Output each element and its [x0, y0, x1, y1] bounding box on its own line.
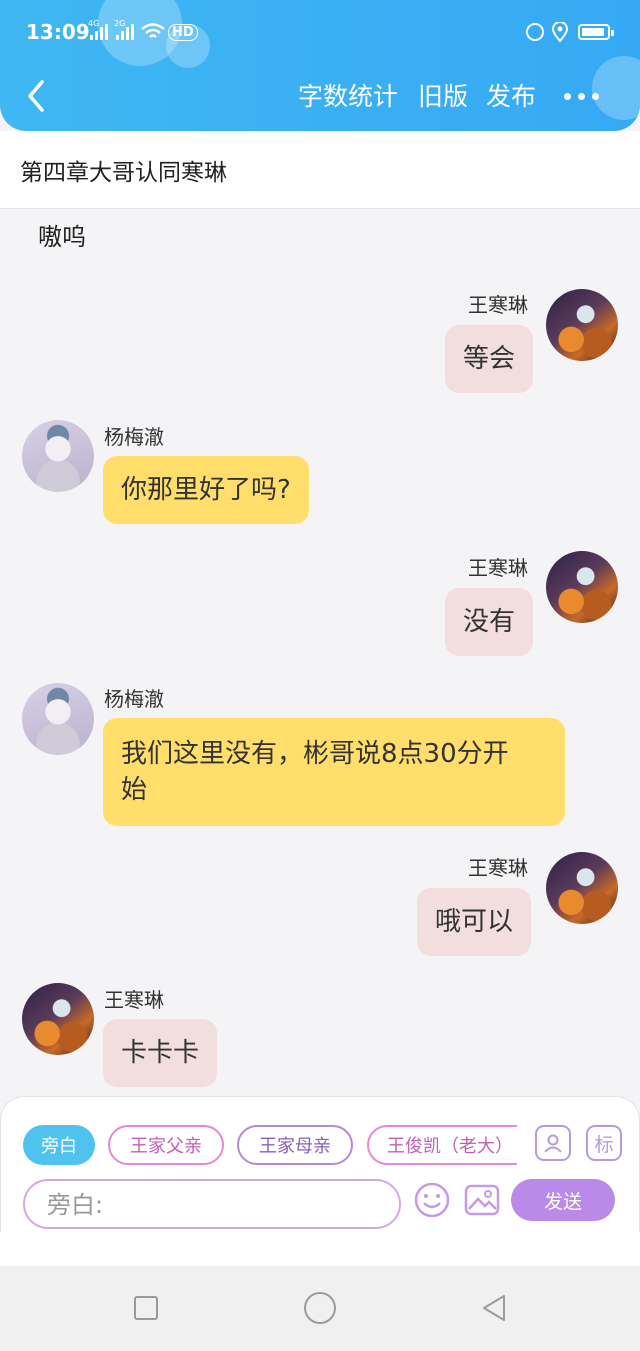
- chat-area[interactable]: 嗷呜 王寒琳 等会 杨梅澈 你那里好了吗? 王寒琳 没有 杨梅澈 我们这里没有，…: [0, 209, 640, 1099]
- message-text: 哦可以: [435, 907, 514, 937]
- avatar[interactable]: [22, 420, 94, 492]
- message-input-wrapper: [23, 1179, 401, 1229]
- message-text: 你那里好了吗?: [121, 475, 291, 505]
- sender-name: 杨梅澈: [104, 425, 164, 449]
- avatar[interactable]: [546, 289, 618, 361]
- clock: 13:09: [26, 20, 90, 44]
- panel-bottom-space: [0, 1232, 640, 1266]
- avatar[interactable]: [22, 683, 94, 755]
- message-bubble: 哦可以: [417, 888, 532, 956]
- chapter-title-bar: 第四章大哥认同寒琳: [0, 131, 640, 209]
- message-bubble: 你那里好了吗?: [103, 456, 309, 524]
- image-icon[interactable]: [463, 1181, 501, 1219]
- sender-name: 杨梅澈: [104, 687, 164, 711]
- system-navigation-bar: [0, 1266, 640, 1351]
- message-text: 始: [121, 775, 148, 805]
- more-options-button[interactable]: [562, 82, 602, 112]
- previous-message-text: 嗷呜: [38, 223, 86, 251]
- character-button[interactable]: [535, 1125, 571, 1161]
- sender-name: 王寒琳: [468, 556, 528, 580]
- location-icon: [551, 22, 569, 42]
- message-input[interactable]: [47, 1189, 377, 1221]
- input-panel: 旁白 王家父亲 王家母亲 王俊凯（老大） 标 发送: [0, 1096, 640, 1232]
- role-chip-narration[interactable]: 旁白: [23, 1125, 95, 1165]
- message-text: 等会: [463, 344, 516, 374]
- message-bubble: 我们这里没有，彬哥说8点30分开 始: [103, 718, 565, 826]
- tag-button[interactable]: 标: [586, 1125, 622, 1161]
- sender-name: 王寒琳: [468, 293, 528, 317]
- avatar[interactable]: [546, 551, 618, 623]
- lock-rotation-icon: [526, 23, 544, 41]
- message-bubble: 卡卡卡: [103, 1019, 218, 1087]
- battery-icon: [578, 24, 614, 40]
- message-bubble: 等会: [445, 325, 534, 393]
- person-icon: [544, 1134, 562, 1153]
- sender-name: 王寒琳: [468, 856, 528, 880]
- back-button[interactable]: [20, 76, 54, 116]
- home-icon[interactable]: [304, 1292, 336, 1324]
- wifi-icon: [141, 23, 165, 38]
- signal-icon: [116, 24, 136, 40]
- role-chip[interactable]: 王家父亲: [108, 1125, 224, 1165]
- back-triangle-icon[interactable]: [478, 1292, 510, 1324]
- message-text: 卡卡卡: [121, 1038, 200, 1068]
- role-chip[interactable]: 王俊凯（老大）: [367, 1125, 517, 1165]
- send-button[interactable]: 发送: [511, 1179, 615, 1221]
- avatar[interactable]: [546, 852, 618, 924]
- chapter-title: 第四章大哥认同寒琳: [20, 160, 227, 186]
- hd-badge: HD: [168, 24, 198, 41]
- old-version-button[interactable]: 旧版: [418, 80, 468, 114]
- avatar[interactable]: [22, 983, 94, 1055]
- signal-icon: [90, 24, 110, 40]
- recent-apps-icon[interactable]: [134, 1296, 158, 1320]
- chevron-left-icon: [28, 80, 44, 112]
- message-bubble: 没有: [445, 588, 534, 656]
- message-text: 我们这里没有，彬哥说8点30分开: [121, 739, 509, 769]
- word-count-button[interactable]: 字数统计: [298, 80, 398, 114]
- emoji-icon[interactable]: [413, 1181, 451, 1219]
- status-bar: 13:09 4G 2G HD: [0, 0, 640, 64]
- sender-name: 王寒琳: [104, 988, 164, 1012]
- publish-button[interactable]: 发布: [486, 80, 536, 114]
- top-header: 13:09 4G 2G HD 字数统计 旧版 发布: [0, 0, 640, 131]
- message-text: 没有: [463, 607, 516, 637]
- role-chip[interactable]: 王家母亲: [237, 1125, 353, 1165]
- truncated-text-line: [30, 209, 610, 217]
